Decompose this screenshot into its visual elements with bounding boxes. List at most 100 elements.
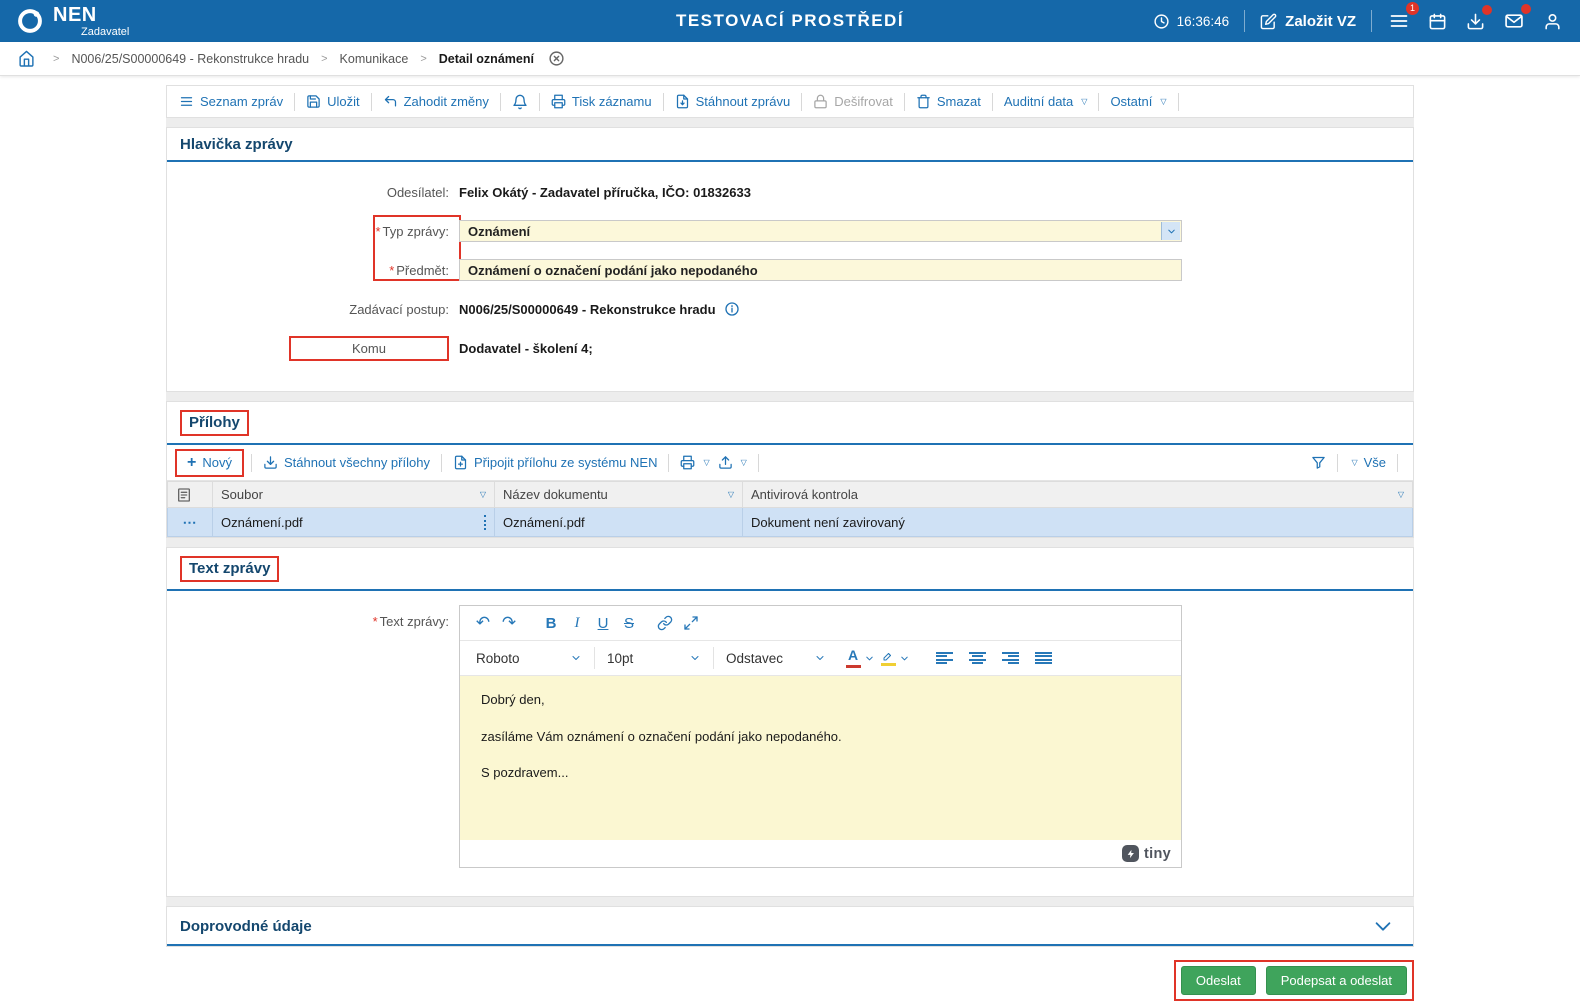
downloads-button[interactable] — [1464, 4, 1492, 33]
message-type-label: * Typ zprávy: — [167, 224, 459, 239]
attachments-toolbar: + Nový Stáhnout všechny přílohy Připojit… — [167, 445, 1413, 481]
editor-content-area[interactable]: Dobrý den, zasíláme Vám oznámení o označ… — [460, 676, 1181, 840]
accompanying-title-row[interactable]: Doprovodné údaje — [167, 907, 1413, 946]
editor-font-select[interactable]: Roboto — [470, 645, 588, 671]
audit-data-button[interactable]: Auditní data ▽ — [1000, 94, 1092, 109]
editor-align-left-button[interactable] — [936, 651, 953, 665]
export-attachments-button[interactable]: ▽ — [714, 455, 751, 470]
new-attachment-button[interactable]: + Nový — [187, 453, 232, 471]
filter-all-button[interactable]: ▽ Vše — [1345, 455, 1390, 470]
select-dropdown-button[interactable] — [1161, 222, 1180, 240]
editor-undo-button[interactable]: ↶ — [470, 610, 496, 636]
print-record-label: Tisk záznamu — [571, 94, 652, 109]
server-time: 16:36:46 — [1153, 13, 1229, 30]
column-settings-header[interactable] — [167, 481, 213, 508]
column-resize-handle[interactable] — [484, 514, 486, 530]
editor-strikethrough-button[interactable]: S — [616, 610, 642, 636]
attachment-row[interactable]: ⋯ Oznámení.pdf Oznámení.pdf Dokument nen… — [167, 507, 1413, 537]
section-message-header: Hlavička zprávy Odesílatel: Felix Okátý … — [166, 127, 1414, 392]
other-button[interactable]: Ostatní ▽ — [1106, 94, 1170, 109]
form-row-procedure: Zadávací postup: N006/25/S00000649 - Rek… — [167, 291, 1413, 327]
close-detail-button[interactable] — [548, 50, 565, 67]
print-attachments-button[interactable]: ▽ — [676, 455, 713, 470]
recipient-label-cell: Komu — [167, 335, 459, 361]
toolbar-divider — [440, 453, 442, 472]
editor-blockformat-select[interactable]: Odstavec — [720, 645, 832, 671]
create-vz-label: Založit VZ — [1285, 12, 1356, 30]
message-text-label: * Text zprávy: — [167, 605, 459, 868]
toolbar-divider — [757, 453, 759, 472]
attachment-docname-cell[interactable]: Oznámení.pdf — [494, 507, 743, 537]
filter-button[interactable] — [1307, 455, 1330, 470]
plus-icon: + — [187, 453, 197, 471]
editor-underline-button[interactable]: U — [590, 610, 616, 636]
notifications-button[interactable] — [508, 94, 532, 110]
toolbar-divider — [1337, 453, 1339, 472]
recipient-label: Komu — [289, 335, 449, 361]
editor-align-center-button[interactable] — [969, 651, 986, 665]
download-message-button[interactable]: Stáhnout zprávu — [671, 94, 795, 109]
editor-textcolor-button[interactable]: A — [842, 645, 864, 671]
attach-from-nen-button[interactable]: Připojit přílohu ze systému NEN — [449, 455, 662, 470]
column-filter-icon[interactable]: ▽ — [728, 490, 734, 499]
procedure-info-button[interactable] — [724, 301, 740, 317]
sign-and-send-button[interactable]: Podepsat a odeslat — [1265, 966, 1407, 995]
column-header-file[interactable]: Soubor ▽ — [212, 481, 495, 508]
discard-changes-button[interactable]: Zahodit změny — [379, 94, 493, 109]
create-vz-button[interactable]: Založit VZ — [1260, 13, 1356, 30]
list-icon — [180, 97, 193, 106]
editor-italic-button[interactable]: I — [564, 610, 590, 636]
editor-align-justify-button[interactable] — [1035, 651, 1052, 665]
breadcrumb-separator: > — [321, 52, 328, 65]
send-button[interactable]: Odeslat — [1180, 966, 1256, 995]
chevron-down-icon — [1375, 922, 1391, 931]
message-type-select[interactable]: Oznámení — [459, 220, 1182, 242]
caret-down-icon: ▽ — [740, 457, 747, 467]
messages-button[interactable] — [1502, 4, 1531, 33]
brand[interactable]: NEN Zadavatel — [16, 5, 129, 38]
subject-input[interactable]: Oznámení o označení podání jako nepodané… — [459, 259, 1182, 281]
richtext-editor: ↶ ↷ B I U S Roboto 10pt Odstavec A Dobrý… — [459, 605, 1182, 868]
message-type-value: Oznámení — [468, 223, 531, 239]
calendar-button[interactable] — [1426, 10, 1449, 33]
message-list-button[interactable]: Seznam zpráv — [175, 94, 287, 109]
attachment-file-cell[interactable]: Oznámení.pdf — [212, 507, 495, 537]
printer-icon — [681, 455, 695, 470]
column-header-docname[interactable]: Název dokumentu ▽ — [494, 481, 743, 508]
delete-button[interactable]: Smazat — [912, 94, 985, 109]
editor-fontsize-value: 10pt — [607, 650, 634, 666]
editor-paragraph: zasíláme Vám oznámení o označení podání … — [481, 728, 842, 744]
row-menu-button[interactable]: ⋯ — [167, 507, 213, 537]
editor-fullscreen-button[interactable] — [678, 610, 704, 636]
topbar-divider — [1371, 10, 1372, 32]
editor-align-right-button[interactable] — [1002, 651, 1019, 665]
breadcrumb-item-procedure[interactable]: N006/25/S00000649 - Rekonstrukce hradu — [71, 52, 309, 66]
column-header-antivirus[interactable]: Antivirová kontrola ▽ — [742, 481, 1413, 508]
editor-link-button[interactable] — [652, 610, 678, 636]
editor-highlight-caret[interactable] — [899, 653, 910, 664]
save-button[interactable]: Uložit — [302, 94, 364, 109]
nen-logo-icon — [18, 9, 42, 33]
download-all-attachments-button[interactable]: Stáhnout všechny přílohy — [259, 455, 434, 470]
subject-value: Oznámení o označení podání jako nepodané… — [468, 262, 758, 278]
column-filter-icon[interactable]: ▽ — [480, 490, 486, 499]
menu-button[interactable]: 1 — [1387, 2, 1419, 33]
editor-statusbar: tiny — [460, 840, 1181, 867]
breadcrumb-item-communication[interactable]: Komunikace — [340, 52, 409, 66]
editor-fontsize-select[interactable]: 10pt — [601, 645, 707, 671]
sender-label: Odesílatel: — [167, 185, 459, 200]
form-row-message-type: * Typ zprávy: Oznámení — [167, 213, 1413, 249]
expand-section-button[interactable] — [1372, 915, 1400, 937]
required-mark: * — [389, 262, 395, 278]
column-filter-icon[interactable]: ▽ — [1398, 490, 1404, 499]
editor-textcolor-caret[interactable] — [864, 653, 875, 664]
required-mark: * — [372, 614, 378, 629]
editor-redo-button[interactable]: ↷ — [496, 610, 522, 636]
topbar-right: 16:36:46 Založit VZ 1 — [1153, 2, 1564, 33]
editor-bold-button[interactable]: B — [538, 610, 564, 636]
home-link[interactable] — [18, 50, 35, 67]
profile-button[interactable] — [1541, 10, 1564, 33]
editor-highlight-button[interactable] — [877, 645, 899, 671]
print-record-button[interactable]: Tisk záznamu — [547, 94, 656, 109]
procedure-label-text: Zadávací postup: — [349, 301, 449, 317]
